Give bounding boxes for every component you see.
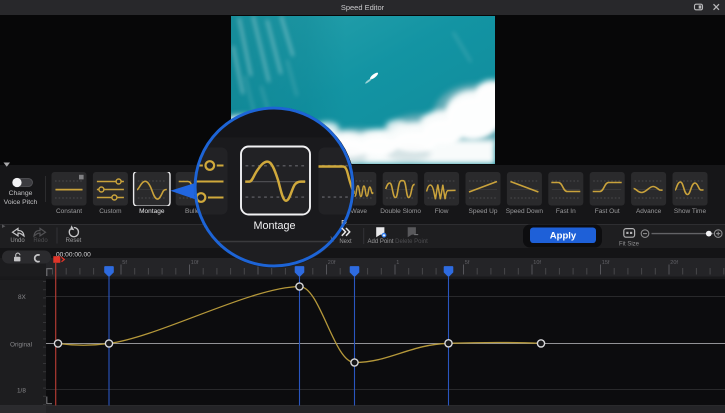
svg-text:5f: 5f [465,260,470,266]
svg-text:10f: 10f [533,260,541,266]
svg-text:20f: 20f [328,260,336,266]
svg-text:8X: 8X [18,294,27,301]
svg-text:15f: 15f [602,260,610,266]
svg-text:10f: 10f [191,260,199,266]
svg-text:Original: Original [10,341,32,348]
svg-text:Montage: Montage [253,220,295,232]
svg-text:Fit Size: Fit Size [619,242,640,248]
svg-text:1/8: 1/8 [17,387,26,394]
svg-text:1: 1 [396,260,399,266]
svg-text:20f: 20f [670,260,678,266]
svg-text:00:00:00.00: 00:00:00.00 [56,251,91,258]
svg-text:5f: 5f [122,260,127,266]
svg-text:Apply: Apply [550,231,577,242]
